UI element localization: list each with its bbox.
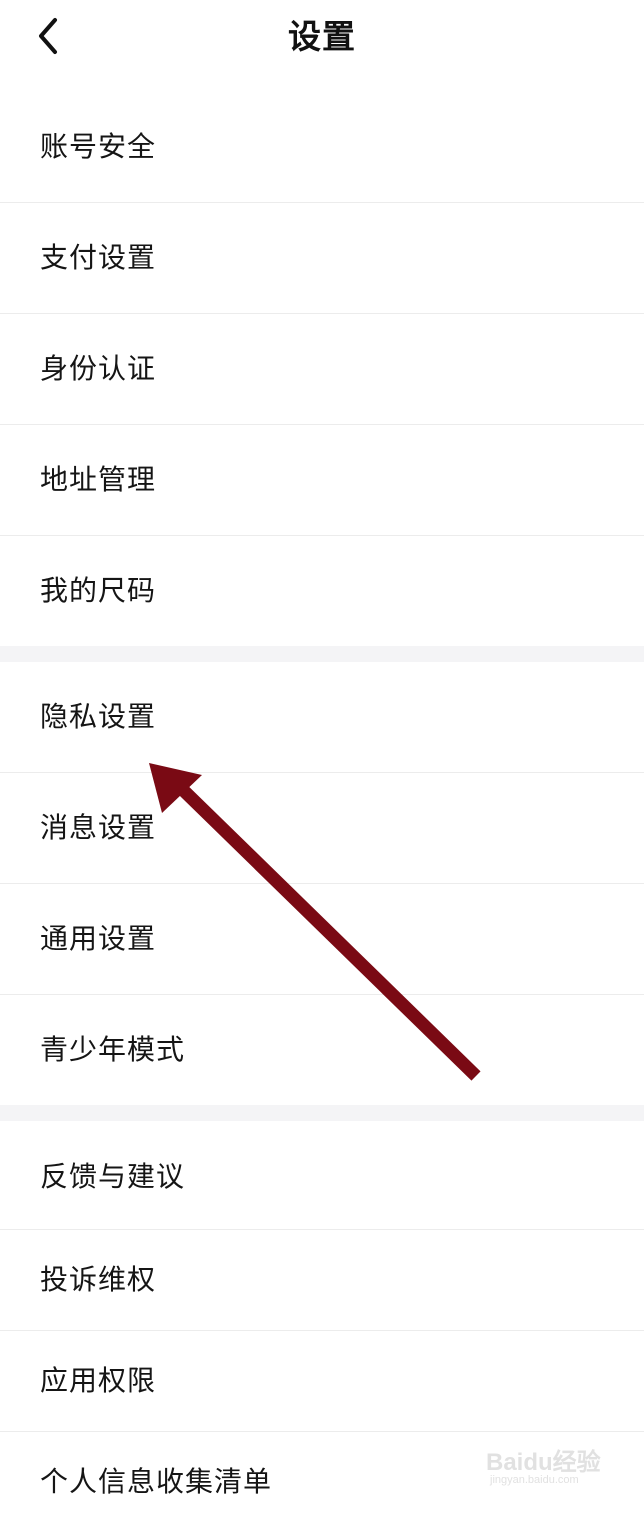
settings-item-label: 应用权限 — [40, 1364, 157, 1397]
settings-item-label: 身份认证 — [40, 352, 157, 385]
section-divider — [0, 646, 644, 662]
settings-item-teen-mode[interactable]: 青少年模式 — [0, 995, 644, 1105]
watermark-url: jingyan.baidu.com — [490, 1474, 579, 1486]
section-divider — [0, 1105, 644, 1121]
settings-item-account-security[interactable]: 账号安全 — [0, 92, 644, 203]
settings-item-label: 消息设置 — [40, 811, 157, 844]
settings-item-label: 个人信息收集清单 — [40, 1465, 273, 1498]
settings-item-notifications[interactable]: 消息设置 — [0, 773, 644, 884]
settings-section-account: 账号安全 支付设置 身份认证 地址管理 我的尺码 — [0, 92, 644, 646]
settings-item-label: 反馈与建议 — [40, 1160, 186, 1193]
watermark-brand: Baidu经验 — [486, 1449, 601, 1476]
settings-item-size[interactable]: 我的尺码 — [0, 536, 644, 646]
settings-section-preferences: 隐私设置 消息设置 通用设置 青少年模式 — [0, 662, 644, 1105]
settings-list: 账号安全 支付设置 身份认证 地址管理 我的尺码 隐私设置 消息设置 通用设置 … — [0, 92, 644, 1532]
settings-item-address[interactable]: 地址管理 — [0, 425, 644, 536]
settings-item-payment[interactable]: 支付设置 — [0, 203, 644, 314]
settings-item-label: 支付设置 — [40, 241, 157, 274]
settings-item-complaint[interactable]: 投诉维权 — [0, 1230, 644, 1331]
settings-item-label: 我的尺码 — [40, 574, 157, 607]
settings-item-label: 隐私设置 — [40, 700, 157, 733]
settings-item-label: 地址管理 — [40, 463, 157, 496]
settings-item-label: 青少年模式 — [40, 1033, 186, 1066]
settings-item-label: 投诉维权 — [40, 1263, 157, 1296]
watermark-logo: Baidu经验 jingyan.baidu.com — [486, 1432, 614, 1496]
page-title: 设置 — [288, 17, 356, 56]
settings-item-identity[interactable]: 身份认证 — [0, 314, 644, 425]
settings-item-privacy[interactable]: 隐私设置 — [0, 662, 644, 773]
settings-item-feedback[interactable]: 反馈与建议 — [0, 1121, 644, 1230]
settings-item-app-permissions[interactable]: 应用权限 — [0, 1331, 644, 1432]
settings-item-label: 通用设置 — [40, 922, 157, 955]
settings-item-label: 账号安全 — [40, 130, 157, 163]
top-bar: 设置 — [0, 0, 644, 90]
settings-item-general[interactable]: 通用设置 — [0, 884, 644, 995]
